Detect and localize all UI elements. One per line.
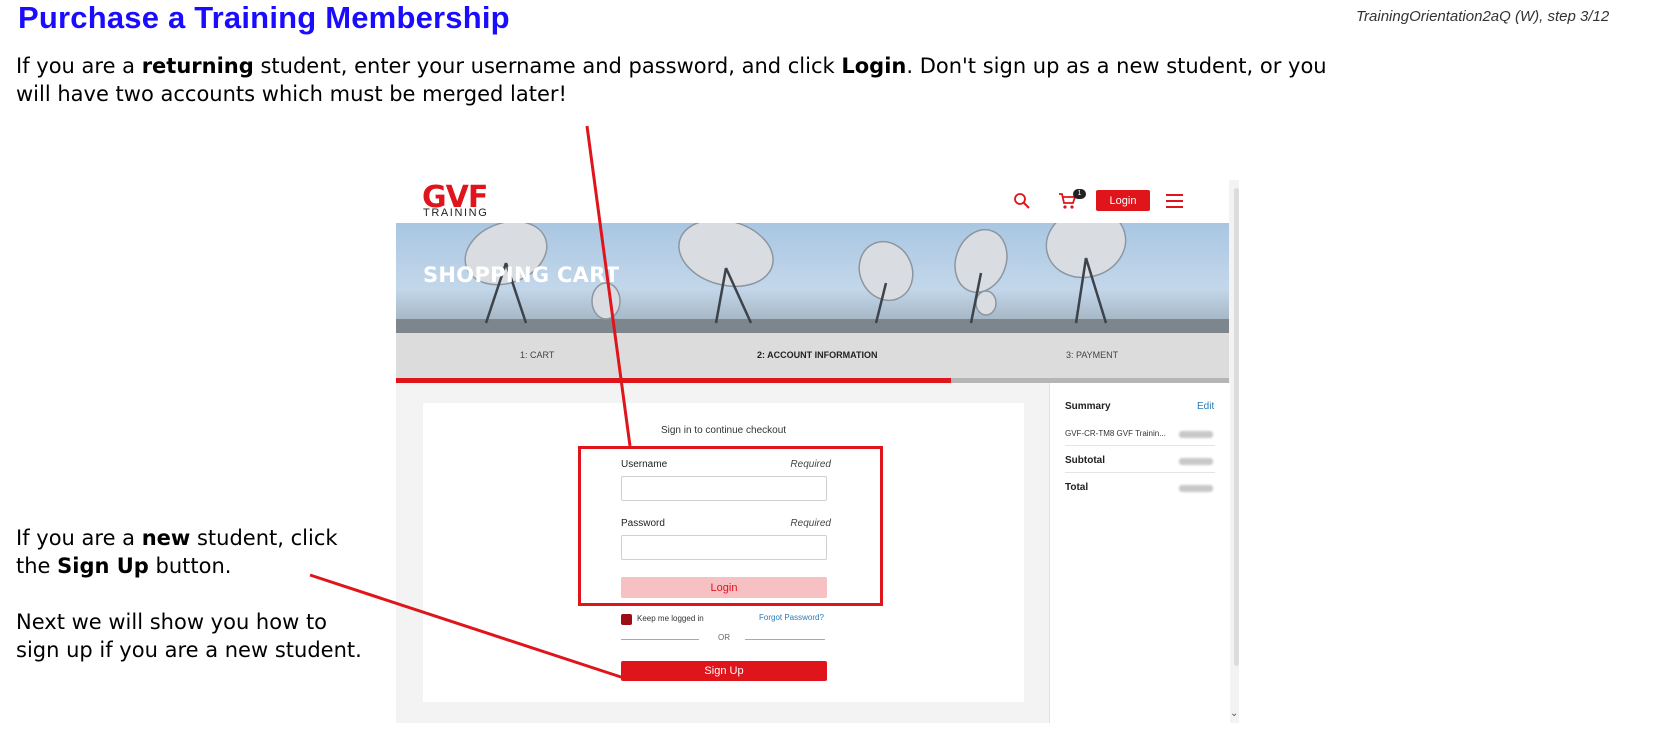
- pointer-arrows: [309, 125, 632, 680]
- signup-pointer-line: [309, 573, 625, 680]
- returning-pointer-line: [585, 125, 632, 447]
